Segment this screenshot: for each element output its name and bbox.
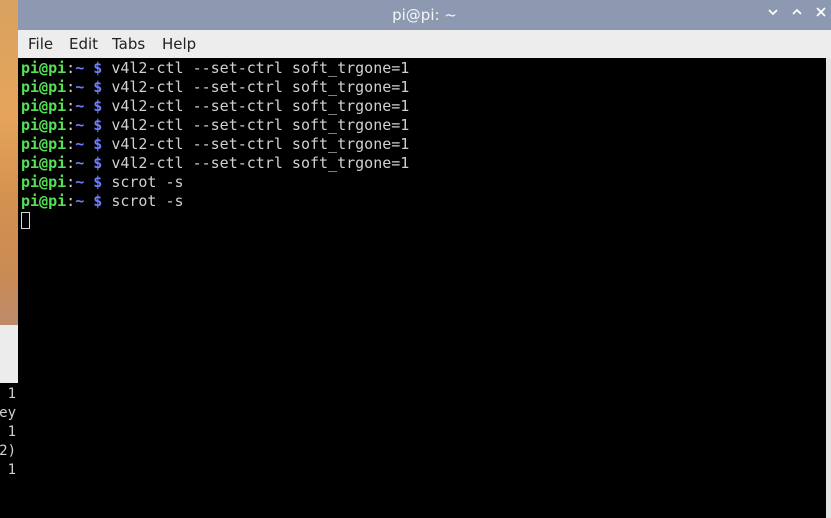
prompt-colon: : (66, 97, 76, 115)
minimize-button[interactable] (763, 5, 783, 25)
prompt-dollar: $ (93, 135, 103, 153)
background-terminal-line: 1 (7, 462, 16, 478)
prompt-colon: : (66, 78, 76, 96)
scrollbar[interactable] (826, 58, 831, 518)
menu-file[interactable]: File (28, 30, 53, 58)
prompt-path: ~ (75, 192, 85, 210)
command-text: scrot -s (111, 173, 184, 191)
command-text: v4l2-ctl --set-ctrl soft_trgone=1 (111, 97, 410, 115)
menu-bar: File Edit Tabs Help (18, 30, 831, 58)
background-terminal-line: 1 (7, 386, 16, 402)
prompt-user: pi@pi (21, 192, 67, 210)
command-text: v4l2-ctl --set-ctrl soft_trgone=1 (111, 116, 410, 134)
prompt-path: ~ (75, 78, 85, 96)
prompt-path: ~ (75, 135, 85, 153)
prompt-dollar: $ (93, 59, 103, 77)
terminal-line: pi@pi:~ $ v4l2-ctl --set-ctrl soft_trgon… (21, 59, 409, 78)
close-button[interactable] (811, 5, 831, 25)
menu-tabs[interactable]: Tabs (112, 30, 145, 58)
terminal-line: pi@pi:~ $ v4l2-ctl --set-ctrl soft_trgon… (21, 154, 409, 173)
background-terminal-line: 2) (0, 443, 16, 459)
text-cursor (21, 212, 30, 229)
prompt-dollar: $ (93, 78, 103, 96)
prompt-colon: : (66, 154, 76, 172)
prompt-user: pi@pi (21, 78, 67, 96)
terminal-window: pi@pi: ~ File Edit Tabs Help pi@pi:~ $ v… (18, 0, 831, 518)
chevron-down-icon (768, 9, 778, 16)
prompt-dollar: $ (93, 173, 103, 191)
prompt-path: ~ (75, 97, 85, 115)
prompt-user: pi@pi (21, 173, 67, 191)
background-terminal-line: 1 (7, 424, 16, 440)
chevron-up-icon (792, 8, 802, 15)
prompt-dollar: $ (93, 97, 103, 115)
terminal-line: pi@pi:~ $ v4l2-ctl --set-ctrl soft_trgon… (21, 78, 409, 97)
background-window-panel (0, 325, 18, 383)
prompt-colon: : (66, 173, 76, 191)
menu-help[interactable]: Help (162, 30, 196, 58)
window-title: pi@pi: ~ (392, 6, 457, 24)
prompt-colon: : (66, 116, 76, 134)
prompt-user: pi@pi (21, 135, 67, 153)
prompt-colon: : (66, 135, 76, 153)
menu-edit[interactable]: Edit (69, 30, 98, 58)
command-text: v4l2-ctl --set-ctrl soft_trgone=1 (111, 135, 410, 153)
terminal-line: pi@pi:~ $ v4l2-ctl --set-ctrl soft_trgon… (21, 116, 409, 135)
prompt-colon: : (66, 59, 76, 77)
background-terminal-line: ey (0, 405, 16, 421)
prompt-path: ~ (75, 173, 85, 191)
wallpaper (0, 0, 18, 325)
prompt-colon: : (66, 192, 76, 210)
prompt-dollar: $ (93, 116, 103, 134)
prompt-user: pi@pi (21, 154, 67, 172)
terminal-line: pi@pi:~ $ v4l2-ctl --set-ctrl soft_trgon… (21, 97, 409, 116)
background-terminal: 1 ey 1 2) 1 (0, 383, 18, 518)
command-text: v4l2-ctl --set-ctrl soft_trgone=1 (111, 78, 410, 96)
prompt-user: pi@pi (21, 97, 67, 115)
command-text: v4l2-ctl --set-ctrl soft_trgone=1 (111, 154, 410, 172)
close-icon (816, 7, 826, 17)
prompt-dollar: $ (93, 192, 103, 210)
desktop-background: 1 ey 1 2) 1 (0, 0, 18, 518)
command-text: scrot -s (111, 192, 184, 210)
terminal-output[interactable]: pi@pi:~ $ v4l2-ctl --set-ctrl soft_trgon… (18, 58, 826, 518)
title-bar[interactable]: pi@pi: ~ (18, 0, 831, 30)
terminal-line: pi@pi:~ $ scrot -s (21, 192, 184, 211)
prompt-path: ~ (75, 154, 85, 172)
command-text: v4l2-ctl --set-ctrl soft_trgone=1 (111, 59, 410, 77)
terminal-line: pi@pi:~ $ v4l2-ctl --set-ctrl soft_trgon… (21, 135, 409, 154)
prompt-user: pi@pi (21, 59, 67, 77)
prompt-path: ~ (75, 59, 85, 77)
prompt-user: pi@pi (21, 116, 67, 134)
prompt-dollar: $ (93, 154, 103, 172)
maximize-button[interactable] (787, 5, 807, 25)
prompt-path: ~ (75, 116, 85, 134)
terminal-line: pi@pi:~ $ scrot -s (21, 173, 184, 192)
